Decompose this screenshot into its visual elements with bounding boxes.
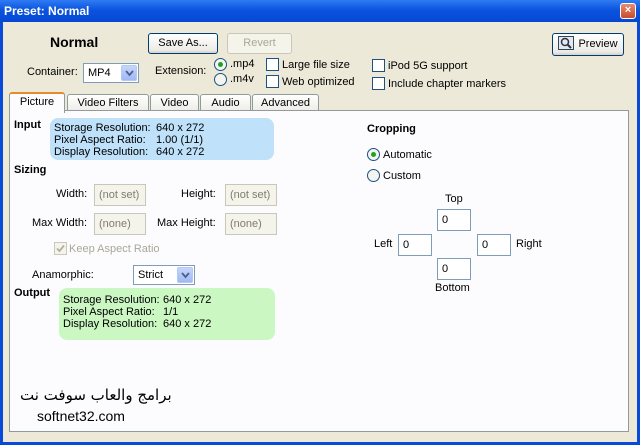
- ipod-checkbox[interactable]: [372, 59, 385, 72]
- ext-m4v-radio[interactable]: [214, 73, 227, 86]
- sizing-section-title: Sizing: [14, 164, 47, 176]
- container-select[interactable]: MP4: [83, 63, 139, 83]
- crop-top-field[interactable]: 0: [437, 209, 471, 231]
- anamorphic-label: Anamorphic:: [32, 269, 94, 281]
- ext-mp4-radio[interactable]: [214, 58, 227, 71]
- close-button[interactable]: ×: [620, 3, 636, 19]
- large-file-label: Large file size: [282, 59, 350, 71]
- input-info-box: Storage Resolution: 640 x 272 Pixel Aspe…: [50, 118, 274, 160]
- chapter-markers-label: Include chapter markers: [388, 78, 506, 90]
- anamorphic-value: Strict: [138, 269, 164, 281]
- input-storage-value: 640 x 272: [156, 122, 205, 134]
- output-par-label: Pixel Aspect Ratio:: [63, 306, 155, 318]
- large-file-checkbox[interactable]: [266, 58, 279, 71]
- width-label: Width:: [56, 188, 88, 200]
- keep-aspect-label: Keep Aspect Ratio: [69, 243, 160, 255]
- crop-right-label: Right: [516, 238, 542, 250]
- crop-automatic-label: Automatic: [383, 149, 432, 161]
- width-field[interactable]: (not set): [94, 184, 146, 206]
- title-bar[interactable]: Preset: Normal ×: [0, 0, 640, 22]
- container-value: MP4: [88, 67, 111, 79]
- input-par-label: Pixel Aspect Ratio:: [54, 134, 146, 146]
- preview-label: Preview: [578, 38, 618, 50]
- input-display-label: Display Resolution:: [54, 146, 149, 158]
- output-info-box: Storage Resolution: 640 x 272 Pixel Aspe…: [59, 288, 275, 340]
- output-storage-value: 640 x 272: [163, 294, 212, 306]
- ext-mp4-label: .mp4: [230, 58, 255, 70]
- checkmark-icon: [56, 244, 65, 253]
- crop-top-label: Top: [445, 193, 463, 205]
- crop-right-field[interactable]: 0: [477, 234, 511, 256]
- ext-m4v-label: .m4v: [230, 73, 254, 85]
- output-storage-label: Storage Resolution:: [63, 294, 160, 306]
- output-display-value: 640 x 272: [163, 318, 212, 330]
- input-display-value: 640 x 272: [156, 146, 205, 158]
- crop-custom-radio[interactable]: [367, 169, 380, 182]
- output-section-title: Output: [14, 287, 51, 299]
- cropping-section-title: Cropping: [367, 123, 416, 135]
- chevron-down-icon: [121, 65, 137, 81]
- max-width-label: Max Width:: [32, 217, 88, 229]
- input-storage-label: Storage Resolution:: [54, 122, 151, 134]
- input-section-title: Input: [14, 119, 41, 131]
- watermark-site-text: softnet32.com: [37, 408, 125, 424]
- watermark-arabic-text: برامج والعاب سوفت نت: [20, 386, 172, 404]
- input-par-value: 1.00 (1/1): [156, 134, 204, 146]
- crop-automatic-radio[interactable]: [367, 148, 380, 161]
- height-field[interactable]: (not set): [225, 184, 277, 206]
- web-optimized-checkbox[interactable]: [266, 75, 279, 88]
- crop-bottom-label: Bottom: [435, 282, 470, 294]
- height-label: Height:: [181, 188, 216, 200]
- crop-left-field[interactable]: 0: [398, 234, 432, 256]
- crop-custom-label: Custom: [383, 170, 421, 182]
- max-height-field[interactable]: (none): [225, 213, 277, 235]
- preview-icon: [558, 36, 575, 50]
- preset-dialog: Normal Save As... Revert Preview Contain…: [3, 22, 637, 442]
- web-optimized-label: Web optimized: [282, 76, 355, 88]
- container-label: Container:: [27, 66, 78, 78]
- app-window: Preset: Normal × Normal Save As... Rever…: [0, 0, 640, 445]
- preset-name: Normal: [50, 34, 99, 50]
- tab-picture[interactable]: Picture: [9, 92, 65, 113]
- crop-bottom-field[interactable]: 0: [437, 258, 471, 280]
- output-display-label: Display Resolution:: [63, 318, 158, 330]
- chapter-markers-checkbox[interactable]: [372, 77, 385, 90]
- anamorphic-select[interactable]: Strict: [133, 265, 195, 285]
- revert-button[interactable]: Revert: [227, 33, 292, 54]
- chevron-down-icon: [177, 267, 193, 283]
- crop-left-label: Left: [374, 238, 393, 250]
- output-par-value: 1/1: [163, 306, 179, 318]
- max-width-field[interactable]: (none): [94, 213, 146, 235]
- keep-aspect-checkbox[interactable]: [54, 242, 67, 255]
- save-as-button[interactable]: Save As...: [148, 33, 218, 54]
- extension-label: Extension:: [155, 65, 207, 77]
- picture-panel: Input Storage Resolution: 640 x 272 Pixe…: [9, 110, 629, 432]
- max-height-label: Max Height:: [157, 217, 216, 229]
- preview-button[interactable]: Preview: [552, 33, 624, 56]
- window-title: Preset: Normal: [4, 4, 90, 18]
- ipod-label: iPod 5G support: [388, 60, 468, 72]
